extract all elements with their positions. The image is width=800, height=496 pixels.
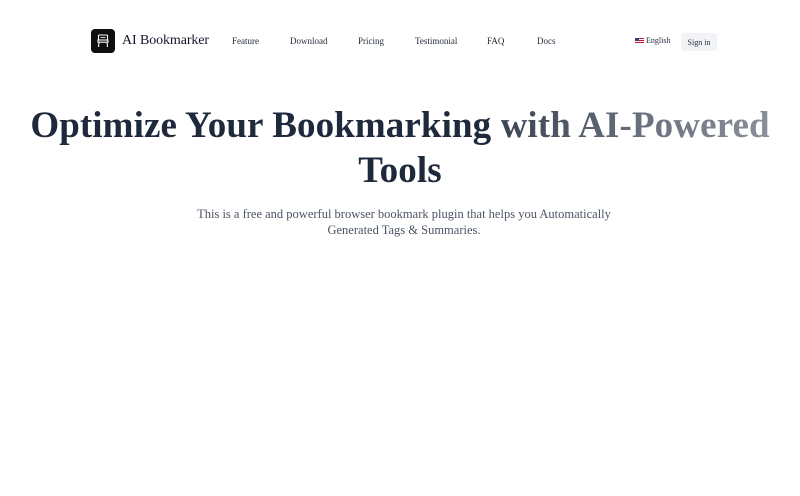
hero-title-line2: Tools [358, 150, 442, 191]
language-label: English [646, 36, 671, 45]
hero-subtitle: This is a free and powerful browser book… [197, 207, 611, 237]
brand-name: AI Bookmarker [122, 33, 209, 48]
sign-in-button[interactable]: Sign in [681, 33, 717, 51]
us-flag-icon [635, 37, 644, 44]
hero-title-accent: with AI-Powered [500, 105, 770, 146]
site-header: AI Bookmarker Feature Download Pricing T… [0, 0, 800, 84]
brand-link[interactable]: AI Bookmarker [91, 29, 209, 53]
nav-item-download[interactable]: Download [290, 36, 328, 46]
hero-title: Optimize Your Bookmarking with AI-Powere… [0, 103, 800, 193]
bookmark-chair-icon [91, 29, 115, 53]
language-selector[interactable]: English [635, 36, 670, 45]
nav-item-feature[interactable]: Feature [232, 36, 259, 46]
nav-item-pricing[interactable]: Pricing [358, 36, 384, 46]
nav-item-testimonial[interactable]: Testimonial [415, 36, 457, 46]
hero-title-main: Optimize Your Bookmarking [30, 105, 501, 146]
nav-item-docs[interactable]: Docs [537, 36, 556, 46]
nav-item-faq[interactable]: FAQ [487, 36, 504, 46]
